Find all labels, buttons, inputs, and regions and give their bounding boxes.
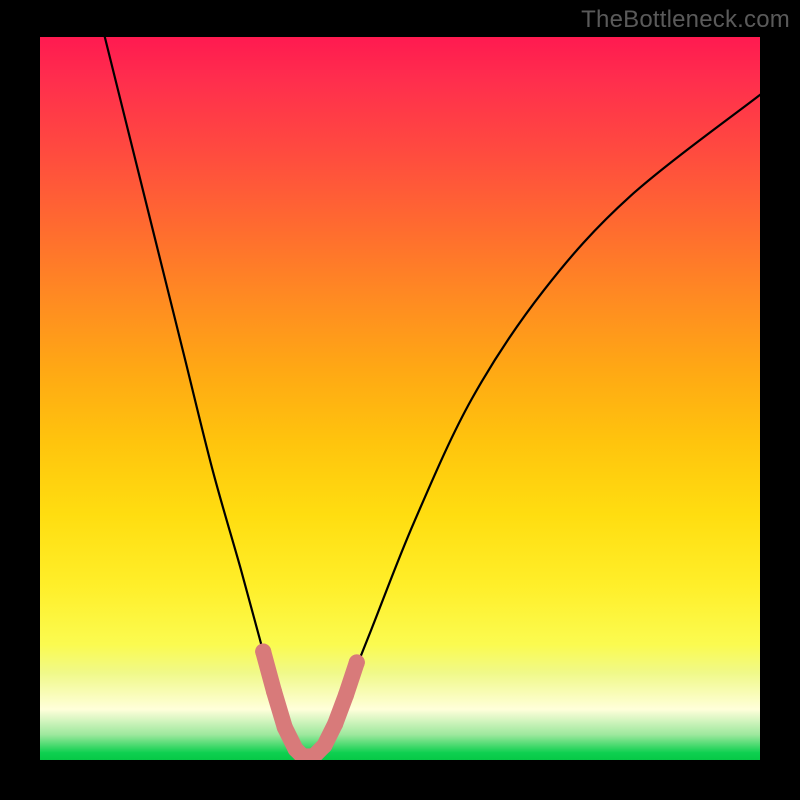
watermark-text: TheBottleneck.com — [581, 6, 790, 34]
chart-frame: TheBottleneck.com — [0, 0, 800, 800]
bottleneck-curve — [40, 37, 760, 760]
plot-area — [40, 37, 760, 760]
